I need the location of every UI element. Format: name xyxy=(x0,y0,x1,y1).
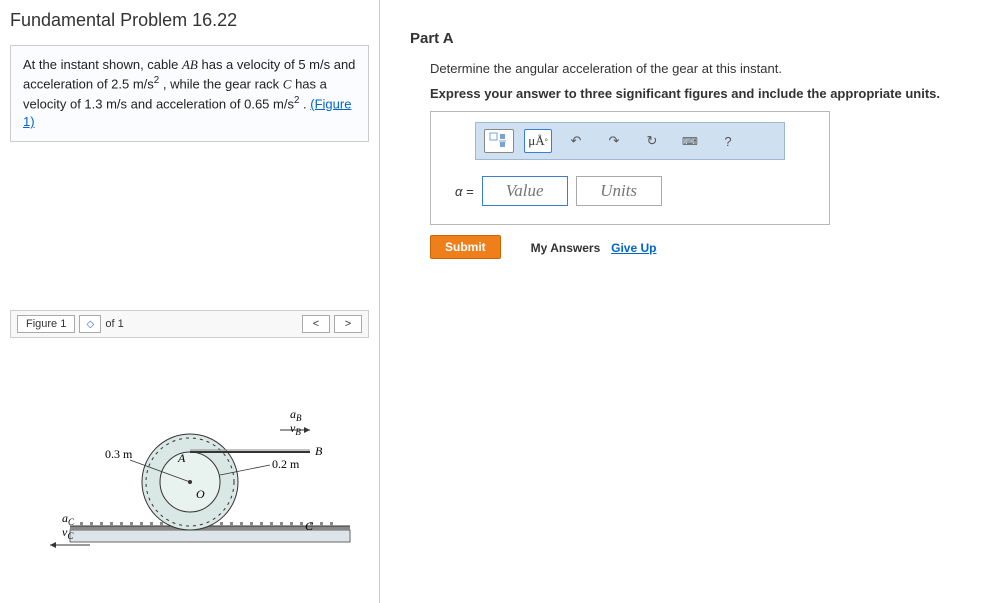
text: At the instant shown, cable xyxy=(23,57,182,72)
svg-text:O: O xyxy=(196,487,205,501)
r-inner-label: 0.2 m xyxy=(272,457,300,471)
figure-toolbar: Figure 1 ◇ of 1 < > xyxy=(10,310,369,338)
figure-tab[interactable]: Figure 1 xyxy=(17,315,75,333)
svg-text:B: B xyxy=(315,444,323,458)
reset-button[interactable]: ↻ xyxy=(638,130,666,152)
part-a-instruction: Express your answer to three significant… xyxy=(430,86,977,101)
problem-statement: At the instant shown, cable AB has a vel… xyxy=(10,45,369,142)
units-input[interactable] xyxy=(576,176,662,206)
svg-text:A: A xyxy=(177,451,186,465)
text: , while the gear rack xyxy=(159,77,283,92)
template-tool[interactable] xyxy=(484,129,514,153)
figure-next-button[interactable]: > xyxy=(334,315,362,333)
submit-button[interactable]: Submit xyxy=(430,235,501,259)
problem-title: Fundamental Problem 16.22 xyxy=(10,8,369,33)
value-input[interactable] xyxy=(482,176,568,206)
figure-prev-button[interactable]: < xyxy=(302,315,330,333)
svg-text:C: C xyxy=(305,519,314,533)
my-answers-link[interactable]: My Answers xyxy=(531,241,601,255)
cable-label: AB xyxy=(182,57,198,72)
answer-box: μÅ° ↶ ↷ ↻ ⌨ ? α = xyxy=(430,111,830,225)
figure-selector[interactable]: ◇ xyxy=(79,315,101,333)
units-tool[interactable]: μÅ° xyxy=(524,129,552,153)
figure-image: 0.3 m 0.2 m A B aB vB O C aC vC xyxy=(10,350,369,590)
help-button[interactable]: ? xyxy=(714,130,742,152)
alpha-equals-label: α = xyxy=(455,184,474,199)
r-outer-label: 0.3 m xyxy=(105,447,133,461)
svg-text:vB: vB xyxy=(290,421,301,437)
part-a-prompt: Determine the angular acceleration of th… xyxy=(430,61,977,76)
figure-pager: of 1 xyxy=(105,318,123,330)
undo-button[interactable]: ↶ xyxy=(562,130,590,152)
redo-button[interactable]: ↷ xyxy=(600,130,628,152)
keyboard-button[interactable]: ⌨ xyxy=(676,130,704,152)
give-up-link[interactable]: Give Up xyxy=(611,241,656,255)
text: . xyxy=(299,96,310,111)
part-a-title: Part A xyxy=(410,30,977,47)
answer-toolbar: μÅ° ↶ ↷ ↻ ⌨ ? xyxy=(475,122,785,160)
